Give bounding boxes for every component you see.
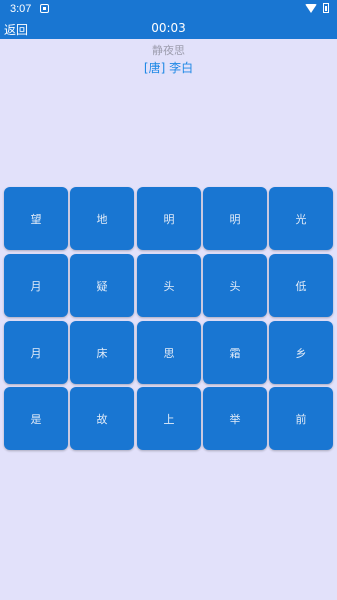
- character-tile[interactable]: 明: [203, 187, 267, 250]
- game-timer: 00:03: [151, 21, 186, 35]
- notification-icon: [40, 4, 49, 13]
- character-tile[interactable]: 乡: [269, 321, 333, 384]
- status-bar: 3:07: [0, 0, 337, 18]
- character-tile[interactable]: 头: [203, 254, 267, 317]
- character-tile[interactable]: 月: [4, 254, 68, 317]
- app-bar: 返回 00:03: [0, 18, 337, 39]
- character-tile[interactable]: 地: [70, 187, 134, 250]
- wifi-icon: [305, 3, 317, 13]
- poem-title: 静夜思: [152, 44, 185, 57]
- character-tile[interactable]: 光: [269, 187, 333, 250]
- status-icons: [305, 3, 329, 13]
- character-tile[interactable]: 床: [70, 321, 134, 384]
- battery-icon: [323, 3, 329, 13]
- character-tile[interactable]: 望: [4, 187, 68, 250]
- character-tile[interactable]: 霜: [203, 321, 267, 384]
- poem-author: [唐] 李白: [143, 61, 194, 75]
- character-tile[interactable]: 明: [137, 187, 201, 250]
- status-time: 3:07: [10, 3, 32, 15]
- character-tile[interactable]: 思: [137, 321, 201, 384]
- character-tile[interactable]: 头: [137, 254, 201, 317]
- character-tile[interactable]: 疑: [70, 254, 134, 317]
- character-tile[interactable]: 前: [269, 387, 333, 450]
- character-tile[interactable]: 故: [70, 387, 134, 450]
- character-tile[interactable]: 月: [4, 321, 68, 384]
- character-tile[interactable]: 上: [137, 387, 201, 450]
- character-tile[interactable]: 举: [203, 387, 267, 450]
- character-tile[interactable]: 是: [4, 387, 68, 450]
- character-tile[interactable]: 低: [269, 254, 333, 317]
